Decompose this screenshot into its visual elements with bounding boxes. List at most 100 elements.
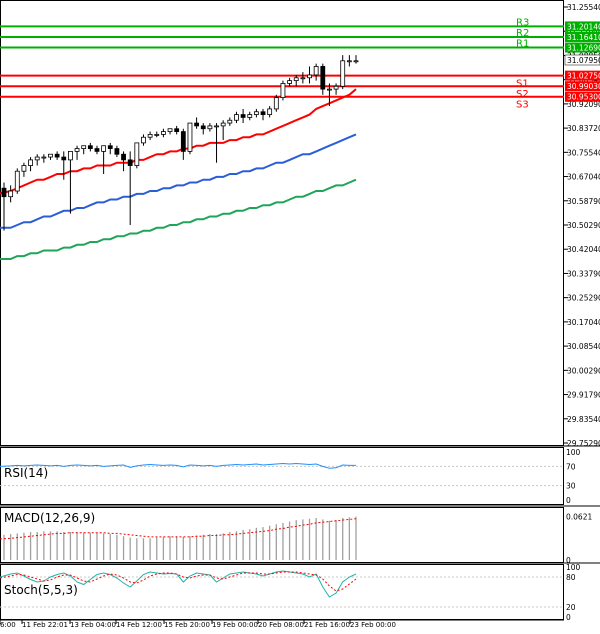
level-name-s1: S1 xyxy=(516,79,529,90)
level-price-label: 31.16410 xyxy=(567,33,600,42)
candle-body xyxy=(280,83,286,98)
level-price-label: 30.99030 xyxy=(567,82,600,91)
candle-body xyxy=(187,122,193,152)
price-tick-label: 30.42040 xyxy=(567,245,600,254)
chart-svg: 31.2554031.1704031.0885031.0034030.92090… xyxy=(0,0,600,629)
candle-body xyxy=(247,114,253,118)
time-tick-label: 11 Feb 22:01 xyxy=(22,621,68,629)
candle-body xyxy=(54,153,60,158)
price-tick-label: 30.83720 xyxy=(567,124,600,133)
price-panel-frame xyxy=(0,0,564,446)
candle-body xyxy=(220,122,226,127)
candle-body xyxy=(68,150,73,161)
stoch-tick-label: 100 xyxy=(566,563,581,572)
level-name-r3: R3 xyxy=(516,17,529,28)
candle-body xyxy=(227,119,233,124)
candle-body xyxy=(74,148,80,152)
candle-body xyxy=(267,108,273,115)
candle-body xyxy=(41,156,47,159)
time-tick-label: 6:00 xyxy=(0,621,16,629)
candle-body xyxy=(107,145,113,149)
candle-body xyxy=(61,156,67,161)
stoch-tick-label: 80 xyxy=(566,573,576,582)
price-tick-label: 30.58790 xyxy=(567,197,600,206)
candle-body xyxy=(14,170,20,192)
candle-body xyxy=(260,111,266,115)
candle-body xyxy=(134,142,140,166)
rsi-tick-label: 0 xyxy=(566,496,571,505)
price-tick-label: 30.00290 xyxy=(567,366,600,375)
rsi-title: RSI(14) xyxy=(4,466,48,480)
current-price-label: 31.07950 xyxy=(567,56,600,65)
candle-body xyxy=(160,131,166,135)
candle-body xyxy=(167,128,173,132)
candle-body xyxy=(121,153,126,161)
macd-tick-label: 0.0621 xyxy=(566,513,592,522)
candle-body xyxy=(353,60,359,63)
rsi-panel-frame xyxy=(0,447,564,505)
time-tick-label: 14 Feb 12:00 xyxy=(116,621,162,629)
candle-body xyxy=(147,134,153,138)
candle-body xyxy=(141,136,146,144)
stoch-panel-frame xyxy=(0,564,564,620)
candle-body xyxy=(253,111,259,115)
candle-body xyxy=(207,125,213,130)
candle-body xyxy=(320,66,326,90)
candle-body xyxy=(8,190,14,198)
time-tick-label: 19 Feb 00:00 xyxy=(212,621,258,629)
candle-body xyxy=(313,66,319,76)
macd-title: MACD(12,26,9) xyxy=(4,511,95,525)
candle-body xyxy=(127,159,133,166)
candle-body xyxy=(180,131,186,152)
candle-body xyxy=(21,165,27,172)
candle-body xyxy=(194,122,200,127)
candle-body xyxy=(81,145,87,149)
price-tick-label: 29.91790 xyxy=(567,391,600,400)
candle-body xyxy=(273,97,279,110)
time-tick-label: 15 Feb 20:00 xyxy=(164,621,210,629)
candle-body xyxy=(214,125,219,128)
candle-body xyxy=(1,187,7,198)
price-tick-label: 31.25540 xyxy=(567,3,600,12)
price-tick-label: 29.83540 xyxy=(567,415,600,424)
level-price-label: 31.20140 xyxy=(567,22,600,31)
candle-body xyxy=(333,85,339,90)
candle-body xyxy=(28,159,33,166)
price-tick-label: 30.33790 xyxy=(567,269,600,278)
price-tick-label: 29.75290 xyxy=(567,439,600,448)
stoch-tick-label: 20 xyxy=(566,603,576,612)
price-tick-label: 30.17040 xyxy=(567,318,600,327)
rsi-tick-label: 70 xyxy=(566,462,576,471)
price-axis: 31.2554031.1704031.0885031.0034030.92090… xyxy=(564,3,600,448)
level-price-label: 31.02750 xyxy=(567,72,600,81)
level-name-s3: S3 xyxy=(516,100,529,111)
stoch-tick-label: 0 xyxy=(566,613,571,622)
stoch-title: Stoch(5,5,3) xyxy=(4,583,78,597)
candle-body xyxy=(234,114,239,121)
rsi-tick-label: 30 xyxy=(566,482,576,491)
candle-body xyxy=(300,77,306,80)
time-axis: 6:00 11 Feb 22:01 13 Feb 04:00 14 Feb 12:00… xyxy=(0,620,396,629)
candle-body xyxy=(287,80,292,84)
chart-window: 31.2554031.1704031.0885031.0034030.92090… xyxy=(0,0,600,630)
candle-body xyxy=(346,60,352,63)
candle-body xyxy=(174,128,180,132)
candle-body xyxy=(307,74,312,79)
candle-body xyxy=(340,60,346,87)
level-name-s2: S2 xyxy=(516,89,529,100)
level-price-label: 31.12690 xyxy=(567,44,600,53)
candle-body xyxy=(114,148,120,155)
time-tick-label: 20 Feb 08:00 xyxy=(258,621,304,629)
level-price-label: 30.95300 xyxy=(567,93,600,102)
candle-body xyxy=(48,153,53,158)
level-name-r2: R2 xyxy=(516,28,529,39)
price-tick-label: 30.50290 xyxy=(567,221,600,230)
time-tick-label: 21 Feb 16:00 xyxy=(304,621,350,629)
price-tick-label: 30.08540 xyxy=(567,342,600,351)
candle-body xyxy=(34,156,40,161)
candle-body xyxy=(200,125,206,130)
price-tick-label: 30.75540 xyxy=(567,148,600,157)
candle-body xyxy=(94,148,100,152)
rsi-tick-label: 100 xyxy=(566,448,581,457)
candle-body xyxy=(327,88,332,91)
